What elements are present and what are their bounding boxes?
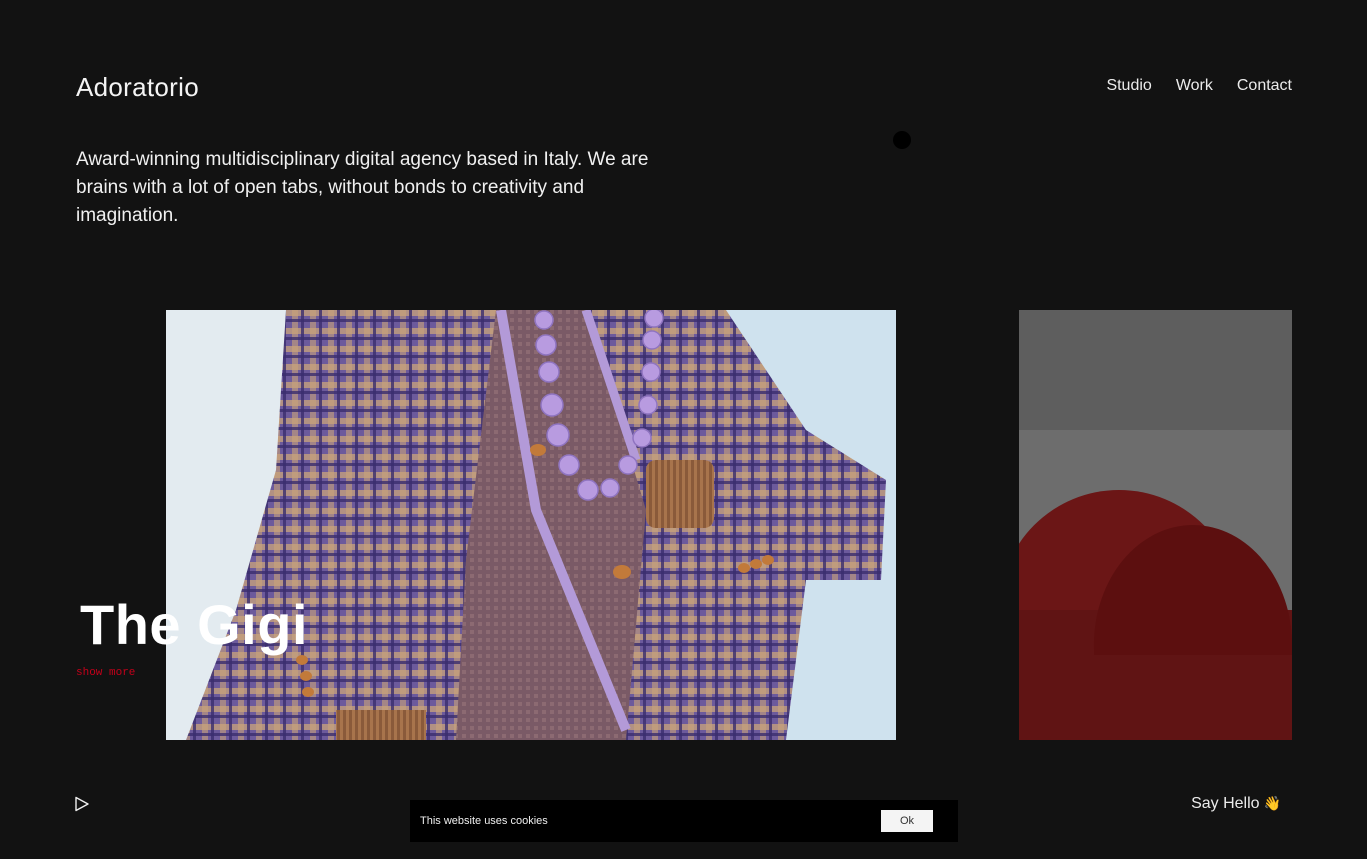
intro-text: Award-winning multidisciplinary digital …: [76, 149, 649, 226]
nav-contact[interactable]: Contact: [1237, 77, 1292, 95]
project-image-next[interactable]: [1019, 310, 1292, 740]
project-title: The Gigi: [80, 593, 308, 656]
nav-studio[interactable]: Studio: [1106, 77, 1151, 95]
show-more-link[interactable]: show more: [76, 667, 135, 679]
red-shapes-image: [1019, 310, 1292, 740]
nav-work[interactable]: Work: [1176, 77, 1213, 95]
say-hello-link[interactable]: Say Hello 👋: [1191, 795, 1281, 813]
cursor-dot: [893, 131, 911, 149]
say-hello-label: Say Hello: [1191, 795, 1260, 812]
cookie-banner: This website uses cookies Ok: [410, 800, 958, 842]
project-image-main[interactable]: [166, 310, 896, 740]
cookie-ok-button[interactable]: Ok: [881, 810, 933, 832]
logo[interactable]: Adoratorio: [76, 72, 199, 103]
plaid-jacket-image: [166, 310, 896, 740]
waving-hand-icon: 👋: [1263, 795, 1281, 811]
main-nav: Studio Work Contact: [1106, 77, 1292, 95]
cookie-text: This website uses cookies: [420, 815, 548, 827]
play-icon[interactable]: [74, 796, 94, 816]
